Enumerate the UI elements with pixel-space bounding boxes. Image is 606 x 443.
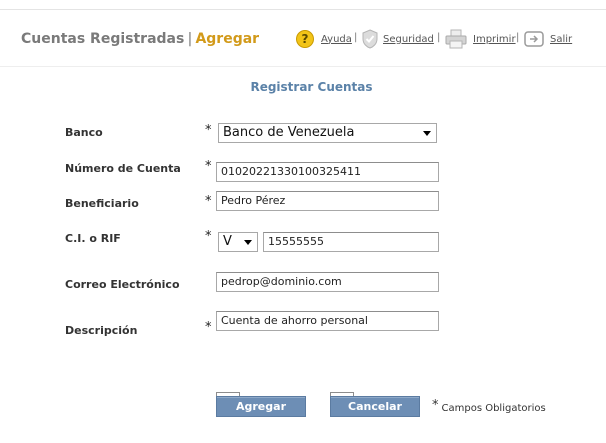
- help-link[interactable]: ? Ayuda: [296, 28, 352, 50]
- chevron-down-icon: [423, 131, 431, 136]
- beneficiary-field[interactable]: Pedro Pérez: [216, 191, 439, 211]
- required-fields-note: * Campos Obligatorios: [432, 398, 546, 414]
- bank-select-value: Banco de Venezuela: [223, 125, 355, 140]
- title-active-add: Agregar: [195, 31, 260, 47]
- toolbar-separator: |: [516, 32, 520, 43]
- email-field[interactable]: pedrop@dominio.com: [216, 272, 439, 292]
- id-rif-label: C.I. o RIF: [65, 232, 121, 245]
- required-mark: *: [205, 123, 212, 138]
- help-label: Ayuda: [321, 33, 352, 45]
- required-mark: *: [205, 229, 212, 244]
- id-number-field[interactable]: 15555555: [263, 232, 439, 252]
- security-link[interactable]: Seguridad: [362, 28, 434, 50]
- account-number-field[interactable]: 01020221330100325411: [216, 162, 439, 182]
- required-mark: *: [205, 320, 212, 335]
- exit-label: Salir: [550, 33, 573, 45]
- required-mark: *: [205, 159, 212, 174]
- printer-icon: [445, 29, 467, 49]
- header-divider: [0, 66, 606, 67]
- id-type-value: V: [223, 234, 232, 249]
- chevron-down-icon: [244, 240, 252, 245]
- account-number-label: Número de Cuenta: [65, 162, 181, 175]
- required-fields-text: Campos Obligatorios: [441, 403, 546, 414]
- beneficiary-label: Beneficiario: [65, 197, 139, 210]
- title-separator: |: [187, 31, 193, 47]
- id-type-select[interactable]: V: [218, 232, 258, 252]
- required-mark: *: [432, 398, 439, 413]
- required-mark: *: [205, 194, 212, 209]
- print-label: Imprimir: [473, 33, 516, 45]
- top-divider: [0, 9, 606, 10]
- exit-icon: [524, 31, 544, 47]
- shield-icon: [362, 29, 378, 49]
- description-label: Descripción: [65, 324, 138, 337]
- exit-link[interactable]: Salir: [524, 28, 572, 50]
- bank-select[interactable]: Banco de Venezuela: [218, 123, 437, 143]
- email-label: Correo Electrónico: [65, 278, 180, 291]
- cancel-button[interactable]: Cancelar: [330, 396, 420, 417]
- toolbar-separator: |: [354, 32, 358, 43]
- security-label: Seguridad: [383, 33, 434, 45]
- add-button[interactable]: Agregar: [216, 396, 306, 417]
- title-registered-accounts[interactable]: Cuentas Registradas: [21, 31, 184, 47]
- description-field[interactable]: Cuenta de ahorro personal: [216, 311, 439, 331]
- bank-label: Banco: [65, 126, 103, 139]
- toolbar-separator: |: [437, 32, 441, 43]
- help-icon: ?: [296, 30, 314, 48]
- form-title: Registrar Cuentas: [250, 80, 373, 94]
- print-link[interactable]: Imprimir: [445, 28, 516, 50]
- page-title: Cuentas Registradas | Agregar: [21, 31, 259, 47]
